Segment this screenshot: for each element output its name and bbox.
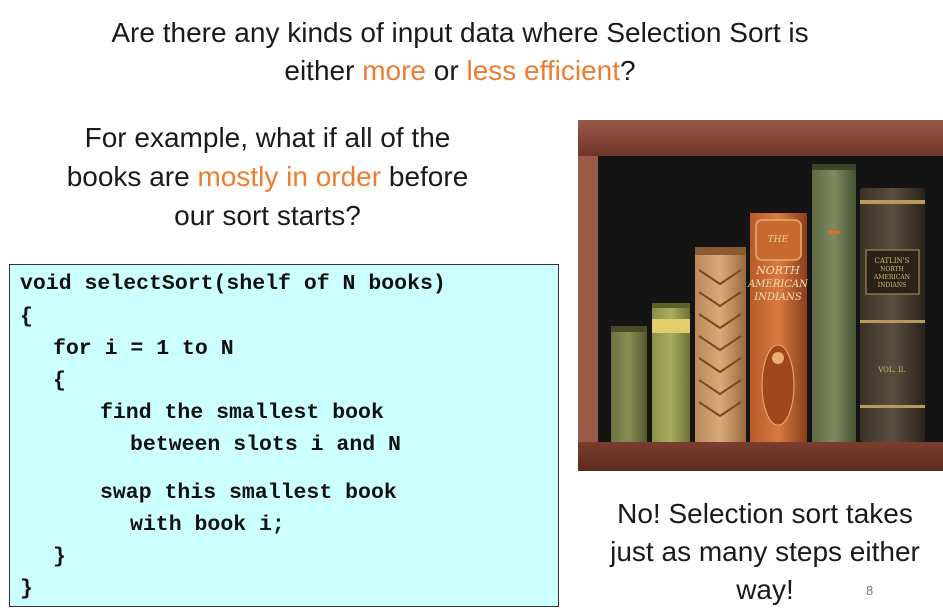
title-line-2: either more or less efficient? xyxy=(40,52,880,90)
pseudocode-box: void selectSort(shelf of N books) { for … xyxy=(9,264,559,607)
answer-line-3: way! xyxy=(736,574,794,605)
page-number: 8 xyxy=(866,583,874,598)
title-text: ? xyxy=(620,55,636,86)
book-5 xyxy=(812,164,856,442)
book-3 xyxy=(695,247,746,442)
answer-text: No! Selection sort takes just as many st… xyxy=(590,495,940,609)
book-6-title: INDIANS xyxy=(878,282,907,289)
book-4-title: INDIANS xyxy=(753,292,802,303)
book-4-title: NORTH xyxy=(755,264,800,277)
code-line: with book i; xyxy=(130,513,285,537)
code-line: { xyxy=(20,305,33,329)
book-1 xyxy=(611,326,647,442)
shelf-top-board xyxy=(578,120,943,156)
book-4-the: THE xyxy=(768,235,789,245)
book-6-title: NORTH xyxy=(880,266,904,273)
title-text: or xyxy=(426,55,467,86)
highlight-more: more xyxy=(362,55,426,86)
bookshelf-photo: THE NORTH AMERICAN INDIANS CATLIN'S NORT… xyxy=(578,120,943,471)
example-text: books are xyxy=(66,161,198,192)
example-line-1: For example, what if all of the xyxy=(84,122,451,153)
code-line: between slots i and N xyxy=(130,433,401,457)
answer-line-1: No! Selection sort takes xyxy=(617,498,913,529)
book-6-title: AMERICAN xyxy=(873,274,910,281)
book-6-title: CATLIN'S xyxy=(875,257,910,265)
highlight-mostly-in-order: mostly in order xyxy=(197,161,382,192)
code-line: } xyxy=(53,545,66,569)
slide-title: Are there any kinds of input data where … xyxy=(40,14,880,90)
code-line: { xyxy=(53,369,66,393)
book-4: THE NORTH AMERICAN INDIANS xyxy=(747,213,809,442)
example-line-3: our sort starts? xyxy=(174,200,361,231)
code-line: } xyxy=(20,577,33,601)
book-6-volume: VOL. II. xyxy=(877,366,906,374)
answer-line-2: just as many steps either xyxy=(610,536,920,567)
example-text: before xyxy=(381,161,469,192)
code-line: void selectSort(shelf of N books) xyxy=(20,272,446,296)
highlight-less-efficient: less efficient xyxy=(466,55,621,86)
book-4-title: AMERICAN xyxy=(747,279,809,290)
example-line-2: books are mostly in order before xyxy=(40,157,495,196)
book-6: CATLIN'S NORTH AMERICAN INDIANS VOL. II. xyxy=(860,188,925,442)
code-line: find the smallest book xyxy=(100,401,384,425)
shelf-bottom-board xyxy=(578,442,943,471)
book-2 xyxy=(652,303,690,442)
code-line: for i = 1 to N xyxy=(53,337,234,361)
code-line: swap this smallest book xyxy=(100,481,397,505)
title-line-1: Are there any kinds of input data where … xyxy=(111,17,809,48)
example-question: For example, what if all of the books ar… xyxy=(40,118,495,235)
title-text: either xyxy=(284,55,363,86)
